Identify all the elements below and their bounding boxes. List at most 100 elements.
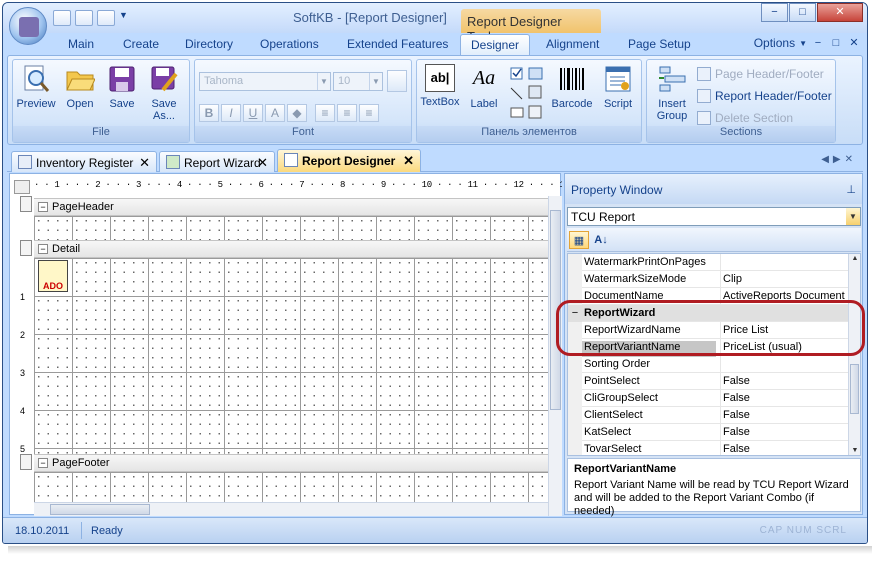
tab-alignment[interactable]: Alignment bbox=[546, 37, 599, 55]
alphabetical-icon[interactable]: A↓ bbox=[591, 231, 611, 249]
page-header-footer-button[interactable]: Page Header/Footer bbox=[697, 65, 824, 83]
textbox-button[interactable]: ab| TextBox bbox=[419, 64, 461, 108]
close-tab-icon[interactable]: ✕ bbox=[139, 155, 150, 171]
designer-vertical-scrollbar[interactable] bbox=[548, 196, 562, 516]
property-value[interactable]: False bbox=[720, 424, 850, 441]
report-header-footer-button[interactable]: Report Header/Footer bbox=[697, 87, 832, 105]
new-icon[interactable] bbox=[53, 10, 71, 26]
section-handle[interactable] bbox=[20, 196, 32, 212]
tab-operations[interactable]: Operations bbox=[260, 37, 319, 55]
designer-horizontal-scrollbar[interactable] bbox=[34, 502, 548, 516]
property-row[interactable]: WatermarkSizeMode Clip bbox=[568, 271, 850, 288]
property-row[interactable]: CliGroupSelect False bbox=[568, 390, 850, 407]
property-row[interactable]: ReportWizardName Price List bbox=[568, 322, 850, 339]
mdi-close-button[interactable]: ✕ bbox=[847, 36, 861, 50]
property-value[interactable]: False bbox=[720, 441, 850, 455]
align-center-button[interactable]: ≡ bbox=[337, 104, 357, 122]
tab-nav-icons[interactable]: ◀▶✕ bbox=[821, 154, 857, 165]
section-detail[interactable]: − Detail bbox=[34, 240, 548, 258]
pagefooter-area[interactable] bbox=[34, 472, 548, 502]
property-value[interactable] bbox=[720, 254, 850, 271]
property-grid-scrollbar[interactable]: ▲ ▼ bbox=[848, 254, 860, 455]
check-icon[interactable] bbox=[75, 10, 93, 26]
property-value[interactable] bbox=[720, 356, 850, 373]
scroll-thumb[interactable] bbox=[50, 504, 150, 515]
close-button[interactable]: ✕ bbox=[817, 3, 863, 22]
doc-tab-report-designer[interactable]: Report Designer ✕ bbox=[277, 149, 421, 172]
scroll-up-icon[interactable]: ▲ bbox=[850, 255, 860, 262]
property-row[interactable]: KatSelect False bbox=[568, 424, 850, 441]
report-designer-surface[interactable]: · · 1 · · · 2 · · · 3 · · · 4 · · · 5 · … bbox=[9, 173, 562, 516]
fill-color-button[interactable]: ◆ bbox=[287, 104, 307, 122]
collapse-icon[interactable]: − bbox=[38, 244, 48, 254]
close-tab-icon[interactable]: ✕ bbox=[403, 153, 414, 169]
section-handle[interactable] bbox=[20, 454, 32, 470]
property-row[interactable]: TovarSelect False bbox=[568, 441, 850, 455]
scroll-thumb[interactable] bbox=[550, 210, 561, 410]
align-left-button[interactable]: ≡ bbox=[315, 104, 335, 122]
maximize-button[interactable]: □ bbox=[789, 3, 816, 22]
scroll-down-icon[interactable]: ▼ bbox=[850, 447, 860, 454]
tab-extended-features[interactable]: Extended Features bbox=[347, 37, 448, 55]
application-button[interactable] bbox=[9, 7, 47, 45]
align-right-button[interactable]: ≡ bbox=[359, 104, 379, 122]
tab-create[interactable]: Create bbox=[123, 37, 159, 55]
scroll-thumb[interactable] bbox=[850, 364, 859, 414]
property-value[interactable]: False bbox=[720, 390, 850, 407]
ado-datasource-icon[interactable]: ADO bbox=[38, 260, 68, 292]
property-value[interactable]: Clip bbox=[720, 271, 850, 288]
mdi-restore-button[interactable]: □ bbox=[829, 36, 843, 50]
open-button[interactable]: Open bbox=[59, 64, 101, 110]
property-row[interactable]: DocumentName ActiveReports Document bbox=[568, 288, 850, 305]
property-category-row[interactable]: − ReportWizard bbox=[568, 305, 850, 322]
doc-tab-inventory-register[interactable]: Inventory Register ✕ bbox=[11, 151, 157, 172]
font-color-button[interactable]: A bbox=[265, 104, 285, 122]
grid-toggle-icon[interactable] bbox=[387, 70, 407, 92]
delete-section-button[interactable]: Delete Section bbox=[697, 109, 793, 127]
pageheader-area[interactable] bbox=[34, 216, 548, 240]
tab-directory[interactable]: Directory bbox=[185, 37, 233, 55]
bold-button[interactable]: B bbox=[199, 104, 219, 122]
insert-group-button[interactable]: Insert Group bbox=[649, 64, 695, 122]
property-value[interactable]: PriceList (usual) bbox=[720, 339, 850, 356]
section-handle[interactable] bbox=[20, 240, 32, 256]
doc-tab-report-wizard[interactable]: Report Wizard ✕ bbox=[159, 151, 275, 172]
options-menu[interactable]: Options bbox=[754, 36, 795, 50]
barcode-button[interactable]: Barcode bbox=[547, 64, 597, 110]
qat-dropdown-icon[interactable]: ▼ bbox=[119, 10, 129, 26]
close-tab-icon[interactable]: ✕ bbox=[257, 155, 268, 171]
minimize-button[interactable]: − bbox=[761, 3, 788, 22]
tab-page-setup[interactable]: Page Setup bbox=[628, 37, 691, 55]
categorized-icon[interactable]: ▦ bbox=[569, 231, 589, 249]
tab-main[interactable]: Main bbox=[68, 37, 94, 55]
mdi-minimize-button[interactable]: − bbox=[811, 36, 825, 50]
property-value[interactable]: Price List bbox=[720, 322, 850, 339]
collapse-icon[interactable]: − bbox=[38, 458, 48, 468]
undo-icon[interactable] bbox=[97, 10, 115, 26]
property-value[interactable]: False bbox=[720, 407, 850, 424]
section-pagefooter[interactable]: − PageFooter bbox=[34, 454, 548, 472]
object-selector[interactable]: TCU Report ▼ bbox=[567, 207, 861, 226]
save-button[interactable]: Save bbox=[101, 64, 143, 110]
save-as-button[interactable]: Save As... bbox=[143, 64, 185, 122]
property-row[interactable]: Sorting Order bbox=[568, 356, 850, 373]
property-value[interactable]: ActiveReports Document bbox=[720, 288, 850, 305]
collapse-icon[interactable]: − bbox=[568, 305, 582, 322]
font-name-combo[interactable]: Tahoma ▼ bbox=[199, 72, 331, 91]
preview-button[interactable]: Preview bbox=[15, 64, 57, 110]
label-button[interactable]: Aa Label bbox=[463, 64, 505, 110]
underline-button[interactable]: U bbox=[243, 104, 263, 122]
font-size-combo[interactable]: 10 ▼ bbox=[333, 72, 383, 91]
property-row-selected[interactable]: ReportVariantName PriceList (usual) bbox=[568, 339, 850, 357]
pin-icon[interactable]: ⊥ bbox=[846, 183, 856, 196]
property-row[interactable]: ClientSelect False bbox=[568, 407, 850, 424]
property-value[interactable]: False bbox=[720, 373, 850, 390]
section-pageheader[interactable]: − PageHeader bbox=[34, 198, 548, 216]
object-selector-dropdown-icon[interactable]: ▼ bbox=[846, 208, 860, 225]
tab-designer[interactable]: Designer bbox=[460, 34, 531, 55]
script-button[interactable]: Script bbox=[597, 64, 639, 110]
property-row[interactable]: WatermarkPrintOnPages bbox=[568, 254, 850, 271]
italic-button[interactable]: I bbox=[221, 104, 241, 122]
detail-area[interactable] bbox=[34, 258, 548, 454]
property-row[interactable]: PointSelect False bbox=[568, 373, 850, 390]
